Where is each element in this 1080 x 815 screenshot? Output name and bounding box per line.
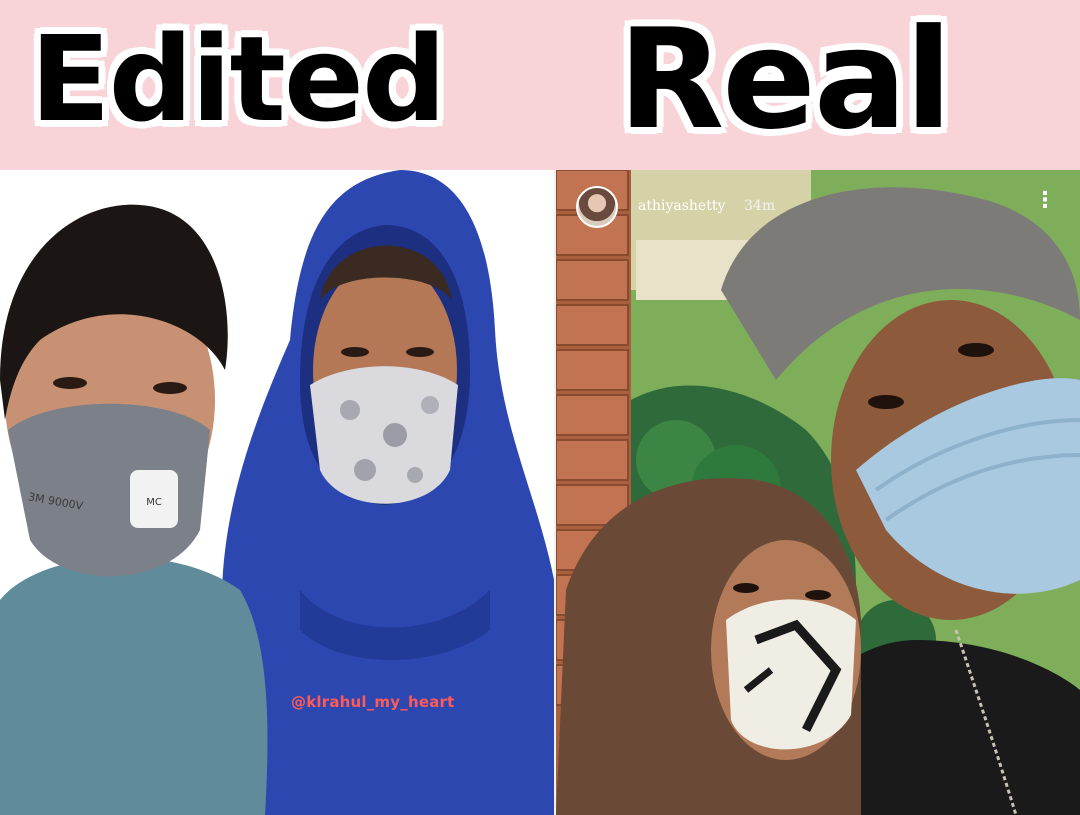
gray-respirator-mask bbox=[8, 403, 210, 577]
profile-avatar[interactable] bbox=[576, 186, 618, 228]
story-timestamp: 34m bbox=[744, 198, 776, 214]
real-photo-illustration bbox=[556, 170, 1080, 815]
header-band: Edited Real bbox=[0, 0, 1080, 170]
more-vertical-icon[interactable]: ⋮ bbox=[1034, 190, 1056, 212]
svg-text:MC: MC bbox=[146, 497, 162, 508]
story-header: athiyashetty 34m ⋮ bbox=[576, 186, 1056, 230]
story-username[interactable]: athiyashetty bbox=[638, 198, 725, 214]
real-photo bbox=[556, 170, 1080, 815]
teal-shirt bbox=[0, 557, 268, 815]
edited-photo: MC 3M 9000V @klrahul_my_heart bbox=[0, 170, 556, 815]
real-label: Real bbox=[618, 0, 952, 160]
edited-label: Edited bbox=[30, 10, 446, 148]
watermark-text: @klrahul_my_heart bbox=[291, 693, 455, 711]
edited-photo-illustration: MC 3M 9000V bbox=[0, 170, 556, 815]
